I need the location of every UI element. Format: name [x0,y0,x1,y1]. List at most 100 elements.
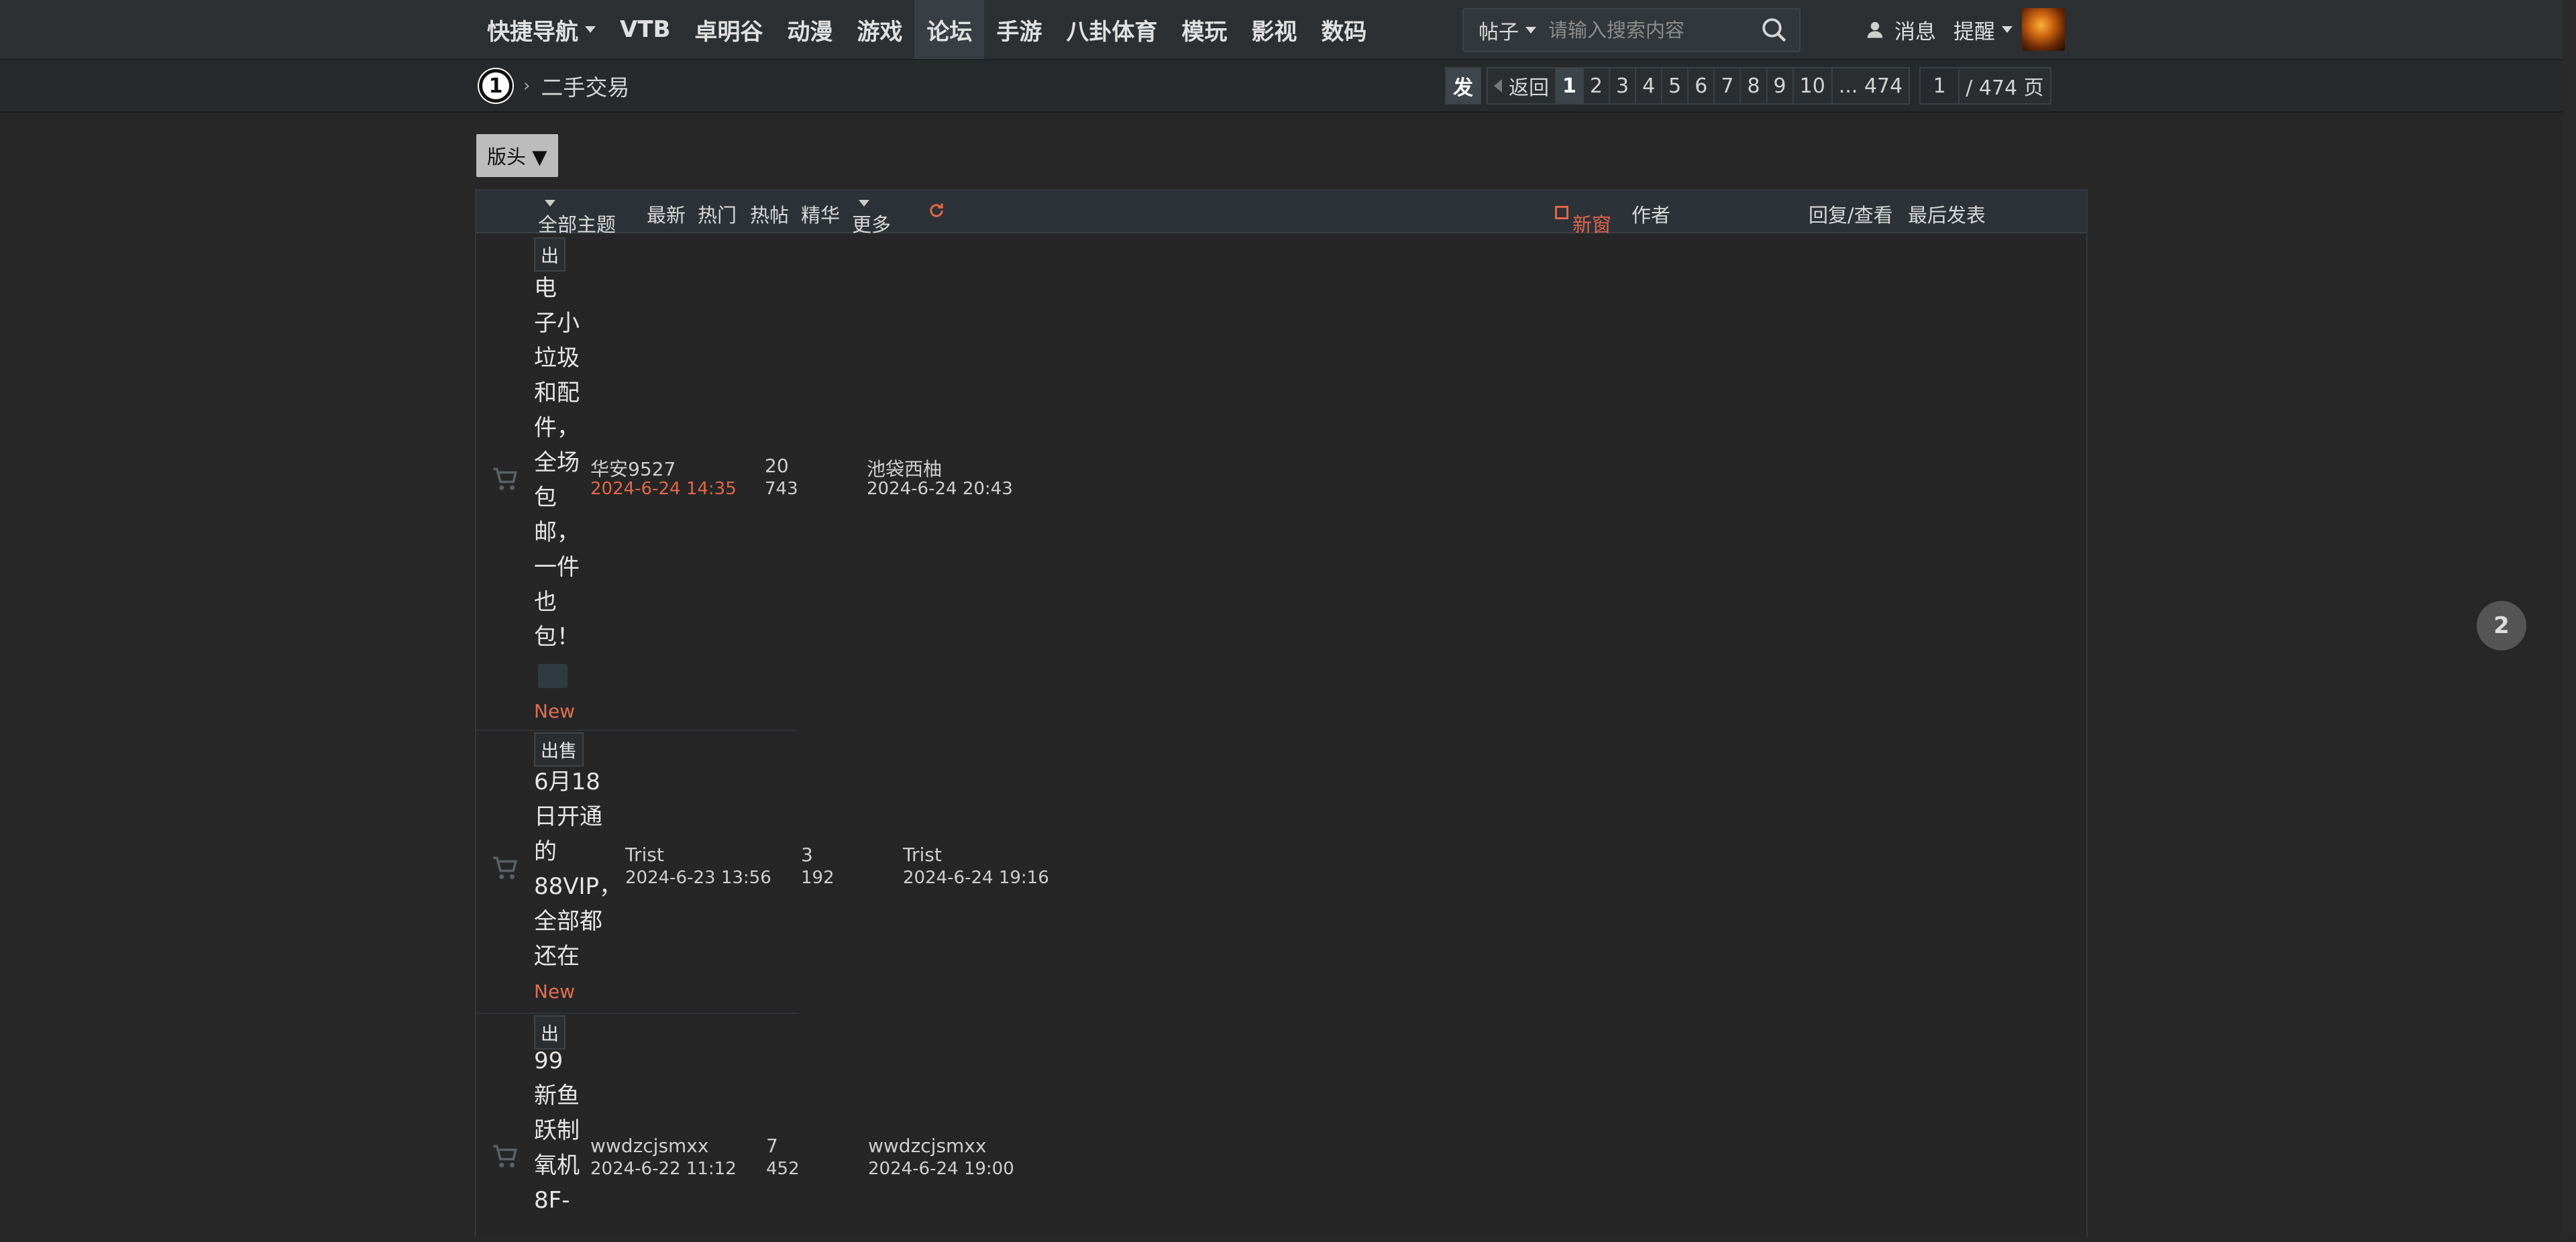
chevron-down-icon [585,26,596,33]
scrollbar[interactable] [2563,0,2576,1233]
thread-views: 192 [801,868,835,888]
new-badge: New [534,700,576,722]
title-line: 邮， [534,519,580,546]
thread-author[interactable]: wwdzcjsmxx [590,1135,708,1157]
reminders-dropdown[interactable]: 提醒 [1953,15,2012,45]
filter-hotpost[interactable]: 热帖 [750,200,789,228]
search-icon[interactable] [1760,16,1788,44]
user-icon [1867,21,1883,38]
page-4[interactable]: 4 [1635,67,1663,105]
chevron-down-icon [1525,27,1536,34]
new-badge: New [534,980,576,1003]
page-1[interactable]: 1 [1555,67,1584,105]
col-author: 作者 [1631,204,1671,227]
page-10[interactable]: 10 [1792,67,1833,105]
filter-hot[interactable]: 热门 [698,200,737,228]
new-window-toggle[interactable]: 新窗 [1555,200,1611,236]
page-7[interactable]: 7 [1713,67,1741,105]
table-row: 出售 6月18 日开通 的 88VIP， 全部都 还在 New Trist 20… [476,731,1049,1014]
cart-icon [493,467,517,490]
nav-quick-label: 快捷导航 [487,18,578,46]
image-attachment-icon [538,664,568,688]
page-last[interactable]: ... 474 [1831,67,1911,105]
title-line: 包！ [534,624,580,651]
thread-replies[interactable]: 7 [766,1135,778,1157]
page-9[interactable]: 9 [1766,67,1794,105]
main-nav: 快捷导航 VTB 卓明谷 动漫 游戏 论坛 手游 八卦体育 模玩 影视 数码 [475,0,1379,59]
checkbox-icon [1555,206,1568,219]
thread-title[interactable]: 电 子小 垃圾 和配 件， 全场 包 邮， 一件 也 包！ [534,271,588,655]
title-line: 全部都 [534,908,602,935]
last-post-date[interactable]: 2024-6-24 20:43 [867,479,1013,499]
last-post-date[interactable]: 2024-6-24 19:00 [868,1159,1014,1179]
thread-author[interactable]: 华安9527 [590,455,676,482]
thread-title[interactable]: 6月18 日开通 的 88VIP， 全部都 还在 [534,765,622,974]
nav-anime[interactable]: 动漫 [775,0,845,59]
nav-games[interactable]: 游戏 [845,0,914,59]
last-post-author[interactable]: 池袋西柚 [867,455,942,482]
page-8[interactable]: 8 [1739,67,1768,105]
thread-list: 全部主题 最新 热门 热帖 精华 更多 新窗 作者 回复/查看 最后发表 出 电… [475,189,2088,1237]
title-line: 件， [534,414,580,441]
thread-date: 2024-6-22 11:12 [590,1159,737,1179]
title-line: 99 [534,1048,564,1074]
home-icon[interactable]: 1 [479,69,513,103]
thread-title[interactable]: 99 新鱼 跃制 氧机 8F- [534,1043,588,1218]
top-navbar: 快捷导航 VTB 卓明谷 动漫 游戏 论坛 手游 八卦体育 模玩 影视 数码 帖… [0,0,2576,60]
title-line: 垃圾 [534,345,580,372]
reminders-label: 提醒 [1953,19,1995,44]
new-post-button[interactable]: 发 [1445,67,1481,105]
breadcrumb-section[interactable]: 二手交易 [541,70,629,102]
cart-icon [493,1145,517,1168]
nav-movies[interactable]: 影视 [1239,0,1309,59]
thread-views: 743 [765,479,798,499]
last-post-author[interactable]: Trist [903,844,942,866]
thread-replies[interactable]: 20 [765,455,789,477]
sub-bar: 1 › 二手交易 [0,60,2576,113]
title-line: 的 [534,838,557,865]
thread-author[interactable]: Trist [625,844,664,866]
search-input[interactable] [1544,19,1754,42]
title-line: 新鱼 [534,1082,580,1109]
nav-models[interactable]: 模玩 [1169,0,1239,59]
page-5[interactable]: 5 [1661,67,1689,105]
last-post-author[interactable]: wwdzcjsmxx [868,1135,986,1157]
chevron-down-icon [2002,26,2012,33]
title-line: 8F- [534,1187,570,1214]
filter-all-dropdown[interactable]: 全部主题 [538,200,616,236]
last-post-date[interactable]: 2024-6-24 19:16 [903,868,1049,888]
page-2[interactable]: 2 [1582,67,1610,105]
thread-replies[interactable]: 3 [801,844,813,866]
messages-link[interactable]: 消息 [1894,15,1936,45]
page-total: / 474 页 [1958,67,2051,105]
page-6[interactable]: 6 [1687,67,1715,105]
title-line: 子小 [534,310,580,337]
title-line: 氧机 [534,1152,580,1179]
thread-list-header: 全部主题 最新 热门 热帖 精华 更多 新窗 作者 回复/查看 最后发表 [476,190,2086,236]
filter-latest[interactable]: 最新 [647,200,686,228]
filter-digest[interactable]: 精华 [801,200,840,228]
title-line: 全场 [534,449,580,476]
floating-badge[interactable]: 2 [2477,601,2526,651]
nav-forum[interactable]: 论坛 [914,0,985,59]
title-line: 日开通 [534,803,602,830]
filter-more-dropdown[interactable]: 更多 [852,200,891,236]
nav-gossip-sports[interactable]: 八卦体育 [1054,0,1169,59]
back-button[interactable]: 返回 [1487,67,1556,105]
breadcrumb: 1 › 二手交易 [479,67,629,105]
header-toggle-button[interactable]: 版头 ▼ [476,134,558,177]
search-type-select[interactable]: 帖子 [1464,15,1544,45]
avatar[interactable] [2022,8,2065,51]
title-line: 也 [534,589,557,616]
thread-tag[interactable]: 出售 [534,732,584,767]
nav-digital[interactable]: 数码 [1309,0,1379,59]
page-input[interactable]: 1 [1919,67,1960,105]
page-3[interactable]: 3 [1608,67,1637,105]
thread-tag[interactable]: 出 [534,237,566,272]
refresh-icon[interactable] [927,201,946,225]
nav-mobile-games[interactable]: 手游 [984,0,1054,59]
new-window-label: 新窗 [1572,213,1612,236]
nav-zhuominggu[interactable]: 卓明谷 [682,0,775,59]
nav-quick[interactable]: 快捷导航 [475,0,608,59]
nav-vtb[interactable]: VTB [608,0,682,59]
